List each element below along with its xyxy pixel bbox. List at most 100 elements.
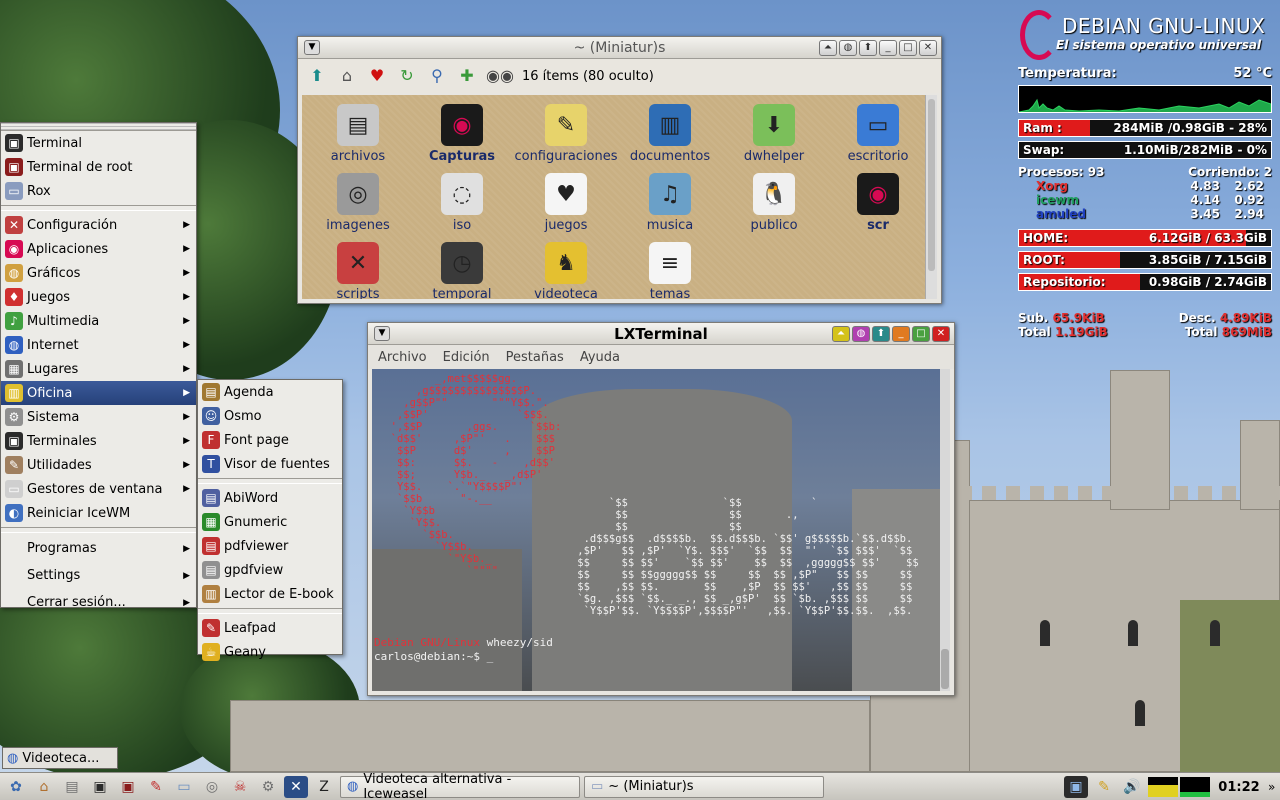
shade-button[interactable]: ⏶ (819, 40, 837, 56)
file-item[interactable]: ◉ scr (826, 164, 930, 233)
menu-item-terminales[interactable]: ▣ Terminales ▶ (1, 429, 196, 453)
window-menu-button[interactable]: ▼ (374, 326, 390, 341)
menu-edicion[interactable]: Edición (443, 350, 490, 365)
home-icon[interactable]: ⌂ (336, 65, 358, 87)
bookmarks-icon[interactable]: ♥ (366, 65, 388, 87)
refresh-icon[interactable]: ↻ (396, 65, 418, 87)
cpu-tray-graph[interactable] (1148, 777, 1178, 797)
menu-item-terminal[interactable]: ▣ Terminal (1, 131, 196, 155)
menu-item-internet[interactable]: ◍ Internet ▶ (1, 333, 196, 357)
window-menu-button[interactable]: ▼ (304, 40, 320, 55)
menu-pestanas[interactable]: Pestañas (506, 350, 564, 365)
shade-button[interactable]: ⏶ (832, 326, 850, 342)
maximize-button[interactable]: □ (899, 40, 917, 56)
file-item[interactable]: ◷ temporal (410, 233, 514, 299)
monitor-icon[interactable]: ▣ (1064, 776, 1088, 798)
editor-icon[interactable]: ✎ (144, 776, 168, 798)
zoom-icon[interactable]: ⚲ (426, 65, 448, 87)
menu-item-programas[interactable]: Programas ▶ (1, 535, 196, 562)
menu-item-gpdfview[interactable]: ▤ gpdfview (198, 558, 342, 582)
filemanager-icon[interactable]: ▭ (172, 776, 196, 798)
terminal-output[interactable]: _,met$$$$$gg. ,g$$$$$$$$$$$$$$$P. ,g$$P"… (372, 369, 940, 691)
menu-item-gr-ficos[interactable]: ◍ Gráficos ▶ (1, 261, 196, 285)
menu-item-configuraci-n[interactable]: ✕ Configuración ▶ (1, 213, 196, 237)
menu-icon[interactable]: ✿ (4, 776, 28, 798)
menu-item-sistema[interactable]: ⚙ Sistema ▶ (1, 405, 196, 429)
layer-button[interactable]: ⬆ (872, 326, 890, 342)
menu-item-visor-de-fuentes[interactable]: T Visor de fuentes (198, 452, 342, 476)
image-viewer-icon[interactable]: ◎ (200, 776, 224, 798)
tray-expand-icon[interactable]: » (1268, 780, 1280, 794)
scrollbar-thumb[interactable] (941, 649, 949, 689)
menu-item-reiniciar-icewm[interactable]: ◐ Reiniciar IceWM (1, 501, 196, 525)
menu-item-settings[interactable]: Settings ▶ (1, 562, 196, 589)
terminal-titlebar[interactable]: ▼ LXTerminal ⏶ ◍ ⬆ _ □ ✕ (368, 323, 954, 345)
menu-item-cerrar-sesi-n[interactable]: Cerrar sesión... ▶ (1, 589, 196, 616)
window-list-icon[interactable]: ▤ (60, 776, 84, 798)
menu-ayuda[interactable]: Ayuda (580, 350, 620, 365)
show-hidden-icon[interactable]: ◉◉ (486, 65, 514, 87)
skull-icon[interactable]: ☠ (228, 776, 252, 798)
menu-item-agenda[interactable]: ▤ Agenda (198, 380, 342, 404)
menu-item-leafpad[interactable]: ✎ Leafpad (198, 616, 342, 640)
menu-archivo[interactable]: Archivo (378, 350, 427, 365)
file-item[interactable]: ⬇ dwhelper (722, 95, 826, 164)
menu-tearoff[interactable] (1, 123, 196, 131)
rollup-button[interactable]: ◍ (852, 326, 870, 342)
minimized-task[interactable]: ◍ Videoteca... (2, 747, 118, 769)
menu-item-juegos[interactable]: ♦ Juegos ▶ (1, 285, 196, 309)
file-item[interactable]: ◎ imagenes (306, 164, 410, 233)
minimize-button[interactable]: _ (892, 326, 910, 342)
taskbar-task[interactable]: ▭ ~ (Miniatur)s (584, 775, 824, 798)
file-manager-titlebar[interactable]: ▼ ~ (Miniatur)s ⏶ ◍ ⬆ _ □ ✕ (298, 37, 941, 59)
minimize-button[interactable]: _ (879, 40, 897, 56)
close-all-icon[interactable]: ✕ (284, 775, 308, 798)
file-item[interactable]: 🐧 publico (722, 164, 826, 233)
root-terminal-icon[interactable]: ▣ (116, 776, 140, 798)
file-item[interactable]: ♫ musica (618, 164, 722, 233)
file-item[interactable]: ▤ archivos (306, 95, 410, 164)
file-item[interactable]: ♞ videoteca (514, 233, 618, 299)
menu-item-pdfviewer[interactable]: ▤ pdfviewer (198, 534, 342, 558)
file-item[interactable]: ♥ juegos (514, 164, 618, 233)
file-item[interactable]: ✎ configuraciones (514, 95, 618, 164)
menu-item-aplicaciones[interactable]: ◉ Aplicaciones ▶ (1, 237, 196, 261)
menu-item-gestores-de-ventana[interactable]: ▭ Gestores de ventana ▶ (1, 477, 196, 501)
menu-item-osmo[interactable]: ☺ Osmo (198, 404, 342, 428)
new-file-icon[interactable]: ✚ (456, 65, 478, 87)
menu-item-rox[interactable]: ▭ Rox (1, 179, 196, 203)
home-icon[interactable]: ⌂ (32, 776, 56, 798)
settings-icon[interactable]: ⚙ (256, 776, 280, 798)
file-item[interactable]: ◌ iso (410, 164, 514, 233)
volume-icon[interactable]: 🔊 (1120, 776, 1144, 798)
file-item[interactable]: ✕ scripts (306, 233, 410, 299)
close-button[interactable]: ✕ (932, 326, 950, 342)
clock[interactable]: 01:22 (1210, 780, 1268, 795)
menu-item-geany[interactable]: ☕ Geany (198, 640, 342, 664)
file-item[interactable]: ◉ Capturas (410, 95, 514, 164)
terminal-scrollbar[interactable] (940, 369, 950, 691)
rollup-button[interactable]: ◍ (839, 40, 857, 56)
file-item[interactable]: ▭ escritorio (826, 95, 930, 164)
file-view-scrollbar[interactable] (925, 95, 937, 299)
maximize-button[interactable]: □ (912, 326, 930, 342)
menu-item-gnumeric[interactable]: ▦ Gnumeric (198, 510, 342, 534)
menu-item-font-page[interactable]: F Font page (198, 428, 342, 452)
file-item[interactable]: ≡ temas (618, 233, 722, 299)
z-icon[interactable]: Z (312, 776, 336, 798)
menu-item-lugares[interactable]: ▦ Lugares ▶ (1, 357, 196, 381)
menu-item-lector-de-e-book[interactable]: ▥ Lector de E-book (198, 582, 342, 606)
file-item[interactable]: ▥ documentos (618, 95, 722, 164)
menu-item-terminal-de-root[interactable]: ▣ Terminal de root (1, 155, 196, 179)
notes-tray-icon[interactable]: ✎ (1092, 776, 1116, 798)
menu-item-abiword[interactable]: ▤ AbiWord (198, 486, 342, 510)
scrollbar-thumb[interactable] (928, 99, 935, 271)
menu-item-oficina[interactable]: ▥ Oficina ▶ (1, 381, 196, 405)
close-button[interactable]: ✕ (919, 40, 937, 56)
net-tray-graph[interactable] (1180, 777, 1210, 797)
terminal-icon[interactable]: ▣ (88, 776, 112, 798)
layer-button[interactable]: ⬆ (859, 40, 877, 56)
up-icon[interactable]: ⬆ (306, 65, 328, 87)
taskbar-task[interactable]: ◍ Videoteca alternativa - Iceweasel (340, 772, 580, 800)
menu-item-utilidades[interactable]: ✎ Utilidades ▶ (1, 453, 196, 477)
